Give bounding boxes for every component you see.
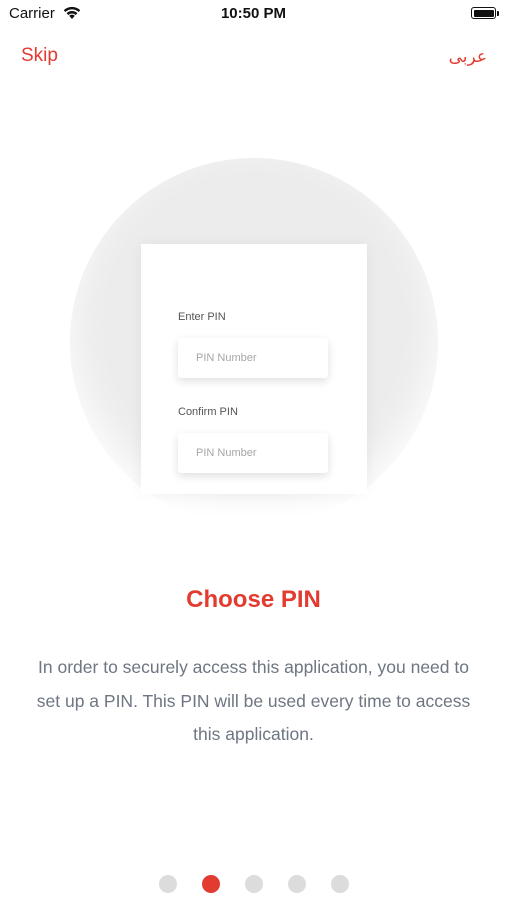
enter-pin-label: Enter PIN	[178, 311, 226, 323]
battery-cap	[497, 11, 499, 16]
page-description: In order to securely access this applica…	[36, 657, 471, 744]
confirm-pin-label: Confirm PIN	[178, 406, 238, 418]
confirm-pin-field: PIN Number	[178, 433, 328, 473]
page-dot-1[interactable]	[159, 875, 177, 893]
enter-pin-field: PIN Number	[178, 338, 328, 378]
pin-illustration: Enter PIN PIN Number Confirm PIN PIN Num…	[70, 158, 438, 526]
enter-pin-placeholder: PIN Number	[196, 352, 257, 364]
page-dot-4[interactable]	[288, 875, 306, 893]
battery-icon	[471, 7, 496, 19]
confirm-pin-placeholder: PIN Number	[196, 447, 257, 459]
page-dot-3[interactable]	[245, 875, 263, 893]
status-time: 10:50 PM	[220, 5, 287, 22]
language-toggle-button[interactable]: عربى	[449, 47, 487, 67]
illustration-fade	[70, 484, 438, 526]
page-dot-5[interactable]	[331, 875, 349, 893]
page-indicator	[0, 875, 507, 893]
page-title: Choose PIN	[186, 586, 321, 613]
illustration-phone-card: Enter PIN PIN Number Confirm PIN PIN Num…	[141, 244, 367, 494]
skip-button[interactable]: Skip	[21, 45, 58, 67]
status-bar: Carrier 10:50 PM	[0, 0, 507, 28]
page-dot-2[interactable]	[202, 875, 220, 893]
